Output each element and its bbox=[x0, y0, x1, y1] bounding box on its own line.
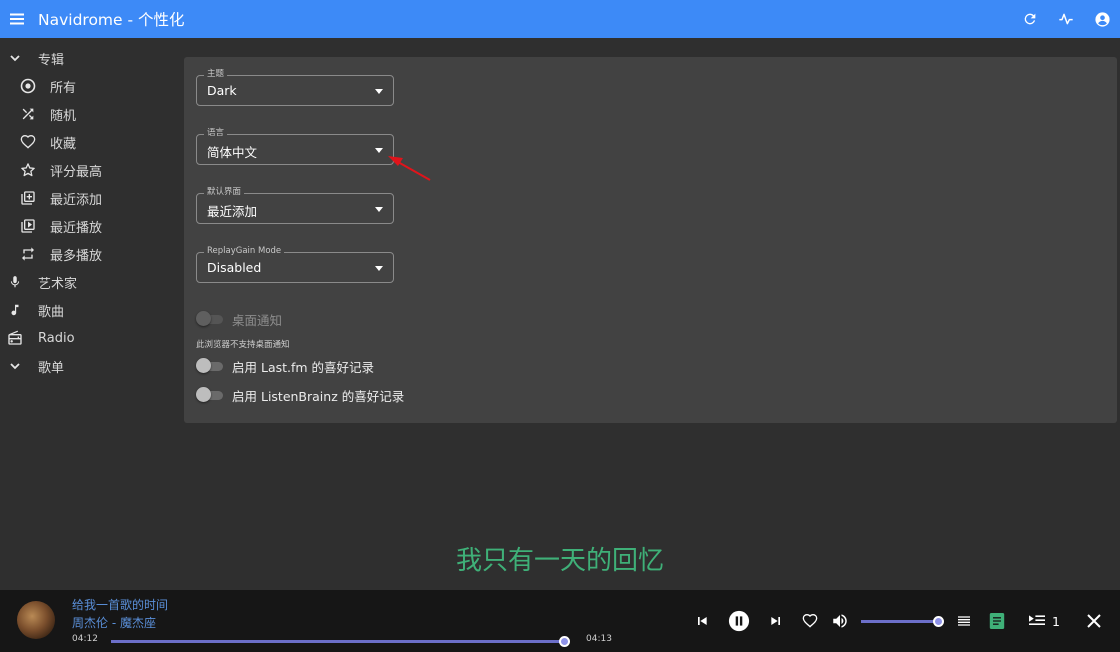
listenbrainz-scrobble-label: 启用 ListenBrainz 的喜好记录 bbox=[232, 388, 405, 404]
sidebar-item-albums[interactable]: 专辑 bbox=[0, 44, 184, 72]
replaygain-label: ReplayGain Mode bbox=[204, 246, 285, 257]
account-icon[interactable] bbox=[1084, 0, 1120, 38]
lastfm-toggle-row: 启用 Last.fm 的喜好记录 bbox=[196, 356, 374, 376]
list-icon[interactable] bbox=[954, 611, 974, 631]
sidebar-item-label: 所有 bbox=[50, 80, 77, 96]
sidebar-item-recently-added[interactable]: 最近添加 bbox=[0, 184, 184, 212]
previous-icon[interactable] bbox=[692, 611, 712, 631]
repeat-icon bbox=[20, 246, 36, 262]
shuffle-icon bbox=[20, 106, 36, 122]
star-icon bbox=[20, 162, 36, 178]
default-view-select[interactable]: 默认界面 最近添加 bbox=[196, 187, 394, 224]
close-icon[interactable] bbox=[1084, 611, 1104, 631]
radio-icon bbox=[7, 330, 23, 346]
personal-settings-panel: 主题 Dark 语言 简体中文 默认界面 最近添加 ReplayGain Mod… bbox=[184, 57, 1117, 423]
sidebar-item-label: 评分最高 bbox=[50, 164, 103, 180]
album-cover[interactable] bbox=[17, 601, 55, 639]
chevron-down-icon bbox=[7, 50, 23, 66]
dropdown-arrow-icon bbox=[375, 207, 383, 212]
sidebar-item-label: 最近添加 bbox=[50, 192, 103, 208]
app-bar: Navidrome - 个性化 bbox=[0, 0, 1120, 38]
song-title[interactable]: 给我一首歌的时间 bbox=[72, 596, 168, 613]
theme-label: 主题 bbox=[204, 69, 228, 80]
play-queue-icon[interactable] bbox=[1027, 611, 1047, 631]
listenbrainz-toggle-row: 启用 ListenBrainz 的喜好记录 bbox=[196, 385, 404, 405]
sidebar-item-label: 歌曲 bbox=[38, 304, 65, 320]
listenbrainz-scrobble-toggle[interactable] bbox=[196, 387, 224, 403]
dropdown-arrow-icon bbox=[375, 266, 383, 271]
activity-icon[interactable] bbox=[1048, 0, 1084, 38]
refresh-icon[interactable] bbox=[1012, 0, 1048, 38]
volume-fill bbox=[861, 620, 939, 623]
default-view-value: 最近添加 bbox=[207, 204, 258, 219]
total-time: 04:13 bbox=[586, 634, 612, 644]
volume-slider[interactable] bbox=[861, 616, 945, 627]
language-value: 简体中文 bbox=[207, 145, 258, 160]
default-view-label: 默认界面 bbox=[204, 187, 245, 198]
lyrics-icon[interactable] bbox=[987, 611, 1007, 631]
replaygain-value: Disabled bbox=[207, 260, 262, 275]
pause-icon[interactable] bbox=[728, 610, 750, 632]
next-icon[interactable] bbox=[766, 611, 786, 631]
sidebar-item-favourites[interactable]: 收藏 bbox=[0, 128, 184, 156]
queue-count: 1 bbox=[1052, 614, 1060, 629]
volume-icon[interactable] bbox=[830, 611, 850, 631]
sidebar-item-label: Radio bbox=[38, 330, 75, 346]
sidebar: 专辑 所有 随机 收藏 评分最高 最近添加 最近播放 最多播放 艺术家 歌曲 R… bbox=[0, 38, 184, 590]
sidebar-item-most-played[interactable]: 最多播放 bbox=[0, 240, 184, 268]
language-select[interactable]: 语言 简体中文 bbox=[196, 128, 394, 165]
sidebar-item-label: 歌单 bbox=[38, 360, 65, 376]
theme-value: Dark bbox=[207, 83, 237, 98]
sidebar-item-playlists[interactable]: 歌单 bbox=[0, 352, 184, 380]
library-add-icon bbox=[20, 190, 36, 206]
lyric-line: 我只有一天的回忆 bbox=[455, 546, 664, 576]
video-library-icon bbox=[20, 218, 36, 234]
theme-select[interactable]: 主题 Dark bbox=[196, 69, 394, 106]
song-artist-album[interactable]: 周杰伦 - 魔杰座 bbox=[72, 614, 156, 631]
sidebar-item-top-rated[interactable]: 评分最高 bbox=[0, 156, 184, 184]
dropdown-arrow-icon bbox=[375, 148, 383, 153]
dropdown-arrow-icon bbox=[375, 89, 383, 94]
sidebar-item-all[interactable]: 所有 bbox=[0, 72, 184, 100]
album-disc-icon bbox=[20, 78, 36, 94]
sidebar-item-label: 专辑 bbox=[38, 52, 65, 68]
language-label: 语言 bbox=[204, 128, 228, 139]
sidebar-item-label: 最近播放 bbox=[50, 220, 103, 236]
desktop-notification-toggle[interactable] bbox=[196, 311, 224, 327]
progress-fill bbox=[111, 640, 565, 643]
sidebar-item-radio[interactable]: Radio bbox=[0, 324, 184, 352]
sidebar-item-random[interactable]: 随机 bbox=[0, 100, 184, 128]
page-title: Navidrome - 个性化 bbox=[38, 11, 185, 29]
progress-thumb[interactable] bbox=[559, 636, 571, 647]
desktop-notification-label: 桌面通知 bbox=[232, 312, 283, 328]
lastfm-scrobble-label: 启用 Last.fm 的喜好记录 bbox=[232, 359, 375, 375]
sidebar-item-songs[interactable]: 歌曲 bbox=[0, 296, 184, 324]
sidebar-item-label: 最多播放 bbox=[50, 248, 103, 264]
desktop-notification-helper: 此浏览器不支持桌面通知 bbox=[196, 340, 290, 350]
sidebar-item-label: 艺术家 bbox=[38, 276, 78, 292]
lastfm-scrobble-toggle[interactable] bbox=[196, 358, 224, 374]
chevron-down-icon bbox=[7, 358, 23, 374]
heart-icon[interactable] bbox=[800, 611, 820, 631]
volume-thumb[interactable] bbox=[933, 616, 945, 627]
microphone-icon bbox=[7, 274, 23, 290]
sidebar-item-artists[interactable]: 艺术家 bbox=[0, 268, 184, 296]
desktop-notification-toggle-row: 桌面通知 bbox=[196, 309, 282, 329]
player-bar: 给我一首歌的时间 周杰伦 - 魔杰座 04:12 04:13 1 bbox=[0, 590, 1120, 652]
menu-icon[interactable] bbox=[0, 0, 34, 38]
sidebar-item-label: 随机 bbox=[50, 108, 77, 124]
music-note-icon bbox=[7, 302, 23, 318]
heart-icon bbox=[20, 134, 36, 150]
replaygain-select[interactable]: ReplayGain Mode Disabled bbox=[196, 246, 394, 283]
current-time: 04:12 bbox=[72, 634, 98, 644]
progress-slider[interactable] bbox=[111, 636, 571, 647]
sidebar-item-label: 收藏 bbox=[50, 136, 77, 152]
sidebar-item-recently-played[interactable]: 最近播放 bbox=[0, 212, 184, 240]
